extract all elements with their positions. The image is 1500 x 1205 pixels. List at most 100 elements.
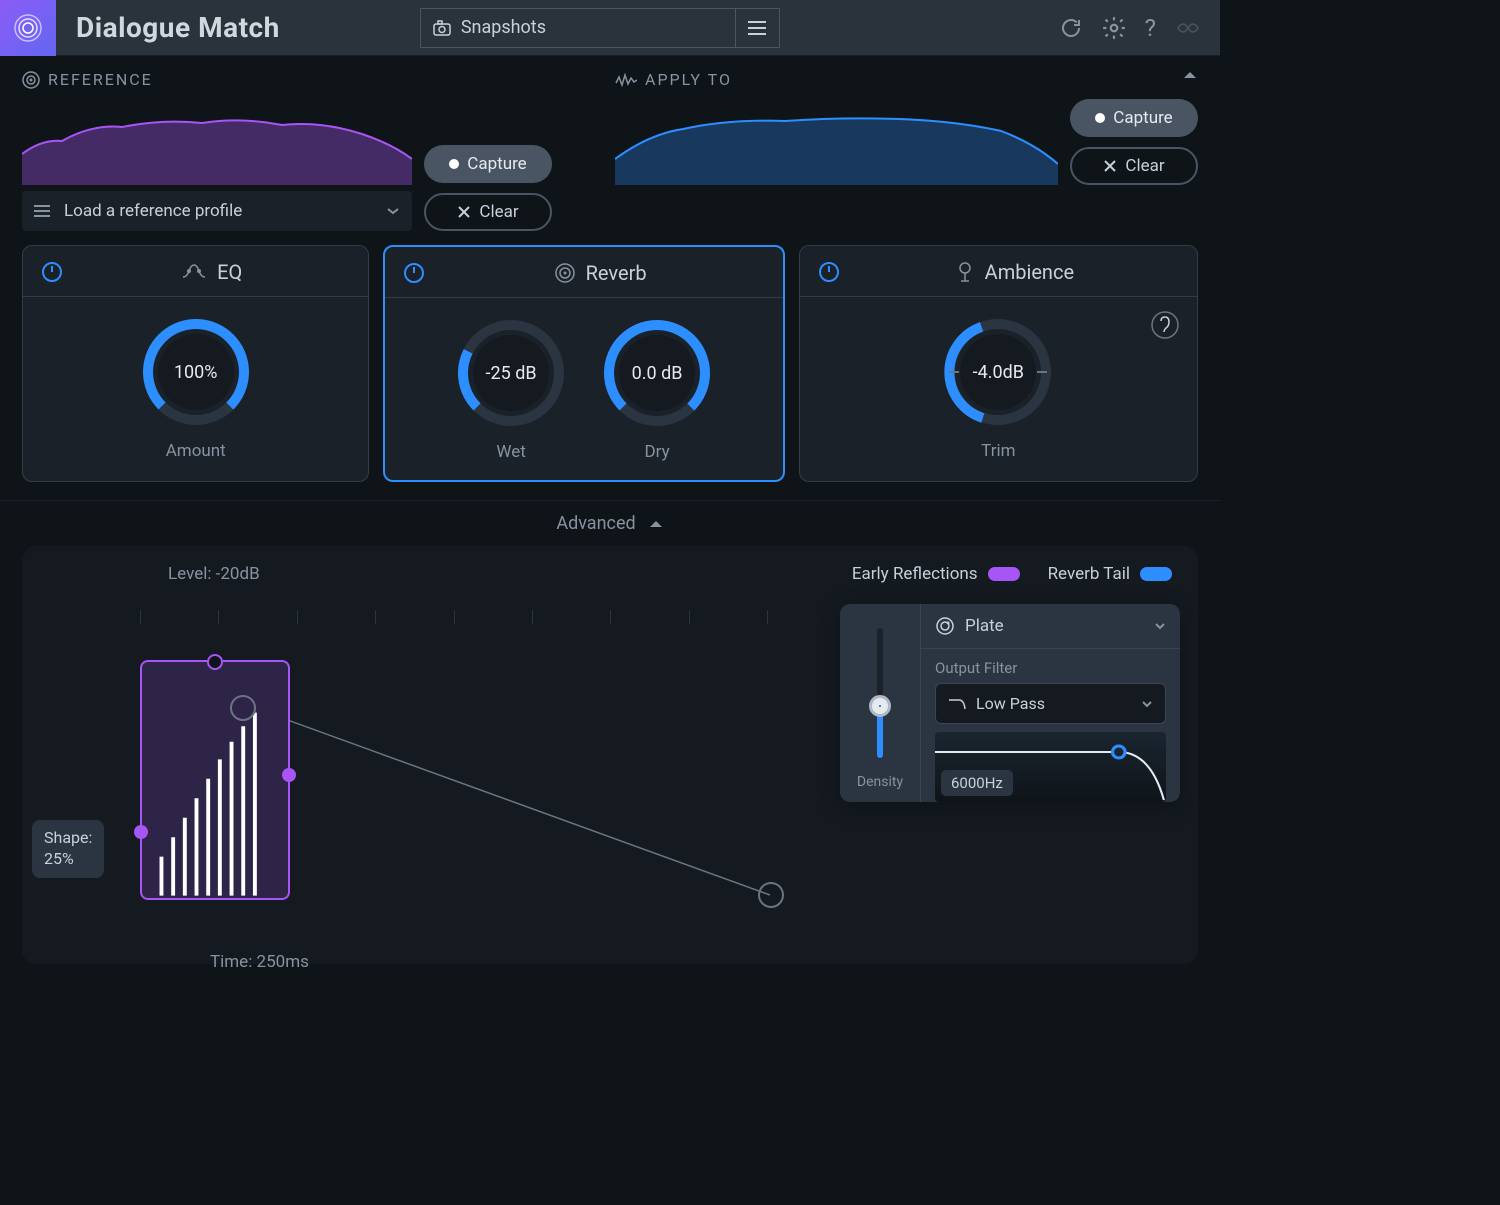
reverb-module[interactable]: Reverb -25 dB Wet (383, 245, 784, 482)
refresh-icon (1059, 16, 1083, 40)
ear-icon (1151, 311, 1179, 339)
modules-row: EQ 100% Amount Reverb (0, 231, 1220, 500)
er-bars-icon (142, 662, 288, 896)
capture-label: Capture (467, 154, 526, 174)
app-logo (0, 0, 56, 56)
chevron-down-icon (1141, 700, 1153, 708)
advanced-toggle[interactable]: Advanced (0, 500, 1220, 546)
clear-label: Clear (479, 202, 518, 222)
filter-type-label: Low Pass (976, 694, 1131, 713)
output-filter-section-label: Output Filter (921, 649, 1180, 683)
density-slider[interactable] (877, 628, 883, 758)
advanced-label: Advanced (556, 513, 635, 534)
brand-icon (1174, 14, 1202, 42)
reverb-wet-value: -25 dB (456, 318, 566, 428)
izotope-logo (1174, 14, 1202, 42)
reverb-tail-line (290, 660, 790, 900)
reference-label: REFERENCE (48, 70, 153, 89)
eq-power-button[interactable] (41, 261, 63, 283)
filter-type-dropdown[interactable]: Low Pass (935, 683, 1166, 724)
reference-capture-button[interactable]: Capture (424, 145, 552, 183)
eq-amount-value: 100% (141, 317, 251, 427)
reference-profile-dropdown[interactable]: Load a reference profile (22, 191, 412, 231)
app-title: Dialogue Match (76, 11, 280, 44)
ambience-module[interactable]: Ambience -4.0dB Trim (799, 245, 1198, 482)
early-reflections-box[interactable] (140, 660, 290, 900)
density-label: Density (857, 774, 903, 790)
record-dot-icon (449, 159, 459, 169)
settings-button[interactable] (1101, 15, 1127, 41)
chevron-down-icon (386, 207, 400, 215)
reverb-type-dropdown[interactable]: Plate (921, 604, 1180, 649)
hamburger-icon (34, 205, 50, 217)
reverb-settings-panel: Density Plate Output Filter Low Pass 600… (840, 604, 1180, 802)
legend-er-label: Early Reflections (852, 564, 978, 584)
ambience-icon (955, 261, 975, 283)
legend-reverb-tail: Reverb Tail (1048, 564, 1172, 584)
ambience-trim-dial[interactable]: -4.0dB (943, 317, 1053, 427)
snapshots-bar: Snapshots (420, 8, 780, 48)
er-shape-handle[interactable] (134, 825, 148, 839)
apply-capture-button[interactable]: Capture (1070, 99, 1198, 137)
shape-value: 25% (44, 849, 74, 868)
tail-end-handle[interactable] (758, 882, 784, 908)
reverb-dry-label: Dry (645, 442, 670, 462)
ambience-title: Ambience (985, 260, 1074, 284)
level-label: Level: -20dB (168, 564, 260, 584)
ambience-trim-value: -4.0dB (943, 317, 1053, 427)
reference-header: REFERENCE (22, 70, 605, 89)
eq-amount-dial[interactable]: 100% (141, 317, 251, 427)
waveform-icon (615, 73, 637, 87)
hamburger-icon (747, 21, 767, 35)
apply-to-header: APPLY TO (615, 70, 1198, 89)
camera-icon (433, 20, 451, 36)
refresh-button[interactable] (1059, 16, 1083, 40)
shape-badge: Shape: 25% (32, 820, 104, 878)
reverb-dry-value: 0.0 dB (602, 318, 712, 428)
capture-label: Capture (1113, 108, 1172, 128)
advanced-panel: Level: -20dB Early Reflections Reverb Ta… (22, 546, 1198, 964)
apply-clear-button[interactable]: Clear (1070, 147, 1198, 185)
reference-dropdown-label: Load a reference profile (64, 201, 372, 221)
target-icon (22, 71, 40, 89)
clear-label: Clear (1125, 156, 1164, 176)
snapshots-label: Snapshots (461, 17, 546, 38)
eq-amount-label: Amount (166, 441, 226, 461)
reverb-power-button[interactable] (403, 262, 425, 284)
apply-to-spectrum (615, 99, 1058, 185)
ambience-power-button[interactable] (818, 261, 840, 283)
purple-pill-icon (988, 567, 1020, 581)
eq-icon (181, 263, 207, 281)
profile-section: REFERENCE Load a reference profile (0, 56, 1220, 231)
logo-icon (12, 12, 44, 44)
tail-start-handle[interactable] (230, 695, 256, 721)
apply-to-label: APPLY TO (645, 70, 732, 89)
reverb-type-label: Plate (965, 616, 1144, 636)
reference-spectrum (22, 99, 412, 185)
record-dot-icon (1095, 113, 1105, 123)
eq-module[interactable]: EQ 100% Amount (22, 245, 369, 482)
er-level-handle[interactable] (207, 654, 223, 670)
gear-icon (1101, 15, 1127, 41)
plate-icon (935, 616, 955, 636)
eq-title: EQ (217, 260, 242, 284)
ambience-listen-button[interactable] (1151, 311, 1179, 339)
filter-graph[interactable]: 6000Hz (935, 732, 1166, 802)
collapse-button[interactable] (1182, 70, 1198, 80)
reverb-wet-dial[interactable]: -25 dB (456, 318, 566, 428)
lowpass-icon (948, 697, 966, 711)
header-bar: Dialogue Match Snapshots ? (0, 0, 1220, 56)
reverb-icon (554, 262, 576, 284)
reverb-wet-label: Wet (496, 442, 525, 462)
ambience-trim-label: Trim (981, 441, 1015, 461)
reverb-title: Reverb (586, 261, 647, 285)
snapshots-menu-button[interactable] (735, 9, 779, 47)
reference-clear-button[interactable]: Clear (424, 193, 552, 231)
density-thumb[interactable] (869, 695, 891, 717)
legend-tail-label: Reverb Tail (1048, 564, 1130, 584)
help-button[interactable]: ? (1145, 14, 1156, 42)
reverb-dry-dial[interactable]: 0.0 dB (602, 318, 712, 428)
snapshots-dropdown[interactable]: Snapshots (421, 17, 735, 38)
header-icons: ? (1059, 14, 1220, 42)
caret-up-icon (648, 519, 664, 529)
